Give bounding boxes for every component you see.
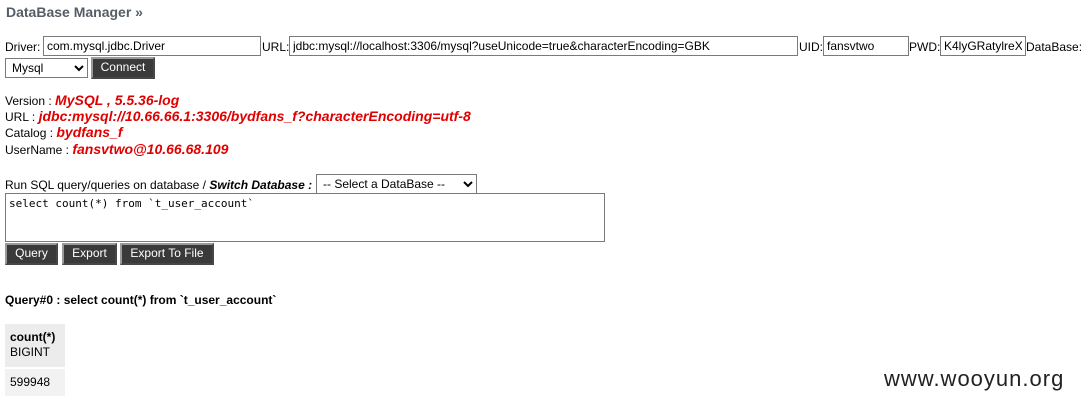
catalog-value: bydfans_f [56, 124, 123, 140]
table-row: 599948 [5, 369, 65, 396]
info-url-label: URL : [5, 110, 36, 124]
url-input[interactable] [289, 36, 798, 56]
run-sql-label: Run SQL query/queries on database / [5, 178, 207, 192]
driver-input[interactable] [43, 36, 261, 56]
watermark: www.wooyun.org [884, 366, 1065, 391]
connect-button[interactable]: Connect [91, 57, 155, 79]
version-value: MySQL , 5.5.36-log [55, 92, 180, 108]
url-label: URL: [262, 40, 290, 54]
catalog-label: Catalog : [5, 126, 54, 140]
version-row: Version : MySQL , 5.5.36-log [5, 92, 179, 108]
uid-label: UID: [799, 40, 823, 54]
info-url-value: jdbc:mysql://10.66.66.1:3306/bydfans_f?c… [38, 108, 471, 124]
database-label: DataBase: [1026, 40, 1083, 54]
db-type-select[interactable]: Mysql [5, 58, 88, 78]
version-label: Version : [5, 94, 52, 108]
export-to-file-button[interactable]: Export To File [120, 243, 214, 265]
uid-input[interactable] [823, 36, 909, 56]
username-label: UserName : [5, 143, 70, 157]
sql-textarea[interactable]: select count(*) from `t_user_account` [5, 193, 605, 242]
result-column-header: count(*) BIGINT [5, 324, 65, 367]
switch-database-label: Switch Database : [209, 178, 313, 192]
table-cell: 599948 [10, 375, 51, 389]
column-name: count(*) [10, 330, 56, 344]
query-button[interactable]: Query [5, 243, 58, 265]
result-title: Query#0 : select count(*) from `t_user_a… [5, 293, 277, 307]
pwd-label: PWD: [909, 40, 941, 54]
catalog-row: Catalog : bydfans_f [5, 124, 123, 140]
export-button[interactable]: Export [62, 243, 117, 265]
url-row: URL : jdbc:mysql://10.66.66.1:3306/bydfa… [5, 108, 471, 124]
switch-database-select[interactable]: -- Select a DataBase -- [316, 174, 477, 194]
driver-label: Driver: [5, 40, 41, 54]
pwd-input[interactable] [940, 36, 1026, 56]
username-value: fansvtwo@10.66.68.109 [72, 141, 229, 157]
column-type: BIGINT [10, 345, 51, 359]
page-title: DataBase Manager » [6, 4, 143, 20]
username-row: UserName : fansvtwo@10.66.68.109 [5, 141, 228, 157]
run-sql-row: Run SQL query/queries on database / Swit… [5, 178, 312, 192]
